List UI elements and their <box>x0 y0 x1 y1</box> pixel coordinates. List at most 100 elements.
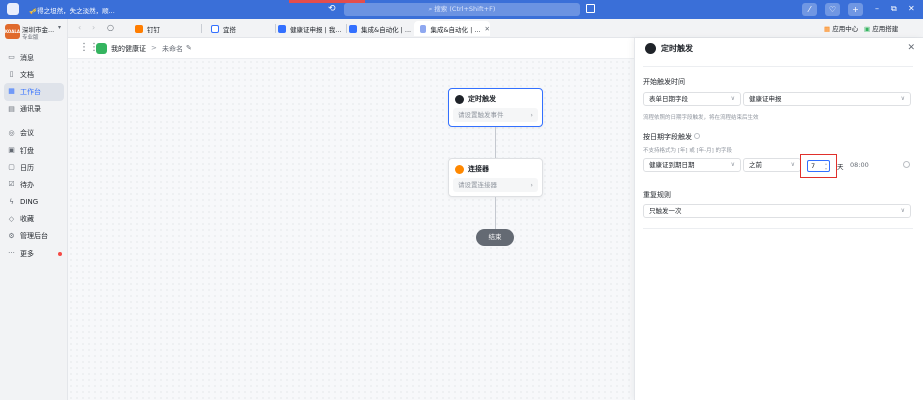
dingtalk-icon <box>135 24 143 33</box>
select-value: 之前 <box>749 161 762 169</box>
sidebar-item-workbench[interactable]: ▦ 工作台 <box>4 83 64 101</box>
add-button[interactable]: + <box>848 3 863 16</box>
notification-dot <box>58 252 62 257</box>
edit-icon-button[interactable]: ⁄ <box>802 3 817 16</box>
trigger-node-title: 定时触发 <box>468 95 496 103</box>
panel-title: 定时触发 <box>661 44 693 53</box>
more-icon: ··· <box>8 249 15 258</box>
panel-divider <box>643 228 913 229</box>
tab-label: 宜搭 <box>223 25 236 34</box>
sidebar-item-ding[interactable]: ϟ DING <box>0 194 68 211</box>
left-sidebar: KOALA 深圳市金... 专业版 ▾ ▭ 消息 ▯ 文档 ▦ 工作台 ▤ 通讯录 ◎ 会… <box>0 19 68 400</box>
admin-icon: ⚙ <box>8 231 15 240</box>
back-icon[interactable]: ‹ <box>78 23 81 33</box>
sidebar-item-calendar[interactable]: ▢ 日历 <box>0 159 68 176</box>
gift-icon-button[interactable]: ♡ <box>825 3 840 16</box>
sidebar-item-docs[interactable]: ▯ 文档 <box>0 66 68 83</box>
trigger-node[interactable]: 定时触发 请设置触发事件 › <box>448 88 543 127</box>
info-icon[interactable] <box>694 133 700 139</box>
start-time-hint: 流程依照的日期字段触发，将在流程结束后生效 <box>643 115 759 121</box>
history-icon[interactable]: ⟲ <box>328 4 338 14</box>
breadcrumb-app[interactable]: 我的健康证 <box>111 44 146 54</box>
close-panel-icon[interactable]: ✕ <box>907 43 915 53</box>
drive-icon: ▣ <box>8 146 15 155</box>
app-center-link[interactable]: ▦ 应用中心 <box>824 23 858 33</box>
restore-icon[interactable]: ⧉ <box>891 4 897 14</box>
time-picker[interactable]: 08:00 <box>850 161 869 169</box>
select-value: 健康证申报 <box>749 95 782 103</box>
time-clock-icon[interactable] <box>903 161 910 168</box>
form-select[interactable]: 健康证申报 ∨ <box>743 92 911 106</box>
close-window-icon[interactable]: ✕ <box>908 4 915 14</box>
tab-yida[interactable]: 宜搭 <box>205 21 276 36</box>
connector-node[interactable]: 连接器 请设置连接器 › <box>448 158 543 197</box>
start-time-label: 开始触发时间 <box>643 78 685 86</box>
message-icon: ▭ <box>8 53 15 62</box>
tab-label: 健康证申报 | 我... <box>290 25 342 34</box>
sidebar-item-contacts[interactable]: ▤ 通讯录 <box>0 101 68 118</box>
tab-label: 钉钉 <box>147 25 160 34</box>
sidebar-item-label: 会议 <box>20 129 34 138</box>
minimize-icon[interactable]: – <box>875 4 879 14</box>
days-input[interactable]: 7 ▴ ▾ <box>807 160 830 172</box>
tab-integration-1[interactable]: 集成&自动化 | ... <box>343 21 418 36</box>
sidebar-item-label: 消息 <box>20 53 34 62</box>
chevron-down-icon: ∨ <box>730 95 735 102</box>
flow-canvas[interactable]: 定时触发 请设置触发事件 › 连接器 请设置连接器 › 结束 <box>68 59 634 400</box>
panel-divider <box>643 66 913 67</box>
org-switcher[interactable]: KOALA 深圳市金... 专业版 ▾ <box>5 23 65 41</box>
sidebar-item-admin[interactable]: ⚙ 管理后台 <box>0 228 68 245</box>
contacts-icon: ▤ <box>8 104 15 113</box>
app-build-link[interactable]: ▣ 应用搭建 <box>864 23 898 33</box>
trigger-node-setting[interactable]: 请设置触发事件 › <box>453 108 538 122</box>
stepper-icon[interactable]: ▴ ▾ <box>825 161 827 171</box>
connector-node-setting[interactable]: 请设置连接器 › <box>453 178 538 192</box>
form-icon <box>278 24 286 33</box>
sidebar-item-label: 日历 <box>20 163 34 172</box>
direction-select[interactable]: 之前 ∨ <box>743 158 801 172</box>
sidebar-item-label: 工作台 <box>20 87 41 96</box>
sidebar-item-label: 钉盘 <box>20 146 34 155</box>
date-trigger-hint: 不支持格式为 [年] 或 [年-月] 的字段 <box>643 148 733 154</box>
trigger-node-placeholder: 请设置触发事件 <box>458 111 504 119</box>
favorite-icon: ◇ <box>8 214 15 223</box>
form-field-type-select[interactable]: 表单日期字段 ∨ <box>643 92 741 106</box>
days-unit: 天 <box>837 163 844 171</box>
sidebar-item-label: DING <box>20 198 39 207</box>
sidebar-item-favorites[interactable]: ◇ 收藏 <box>0 211 68 228</box>
forward-icon[interactable]: › <box>92 23 95 33</box>
global-search-input[interactable]: ⌕ 搜索 (Ctrl+Shift+F) <box>344 3 580 16</box>
clock-icon <box>645 43 656 54</box>
user-status-text[interactable]: 🎺得之坦然，失之淡然，顺... <box>29 5 115 15</box>
doc-icon: ▯ <box>9 70 14 79</box>
chevron-right-icon: › <box>530 181 533 189</box>
chevron-down-icon: ∨ <box>790 161 795 168</box>
sidebar-item-label: 管理后台 <box>20 232 48 241</box>
date-field-select[interactable]: 健康证到期日期 ∨ <box>643 158 741 172</box>
select-value: 表单日期字段 <box>649 95 688 103</box>
scan-icon[interactable] <box>586 4 595 13</box>
sidebar-nav: ▭ 消息 ▯ 文档 ▦ 工作台 ▤ 通讯录 ◎ 会议 ▣ 钉盘 ▢ 日历 ☑ 待办 ϟ DING … <box>0 49 68 262</box>
app-build-icon: ▣ <box>864 25 871 33</box>
app-build-label: 应用搭建 <box>872 25 899 33</box>
title-bar: 🎺得之坦然，失之淡然，顺... ⟲ ⌕ 搜索 (Ctrl+Shift+F) ⁄ … <box>0 0 923 19</box>
sidebar-item-meeting[interactable]: ◎ 会议 <box>0 125 68 142</box>
refresh-icon[interactable]: ○ <box>107 23 114 33</box>
sidebar-item-more[interactable]: ··· 更多 <box>0 245 68 262</box>
select-value: 健康证到期日期 <box>649 161 695 169</box>
tab-integration-2[interactable]: 集成&自动化 | ... ✕ <box>414 21 490 36</box>
tab-dingtalk[interactable]: 钉钉 <box>129 21 202 36</box>
connector-icon <box>455 164 464 174</box>
select-value: 只触发一次 <box>649 207 682 215</box>
end-node[interactable]: 结束 <box>476 229 514 246</box>
tab-health-cert[interactable]: 健康证申报 | 我... <box>272 21 347 36</box>
sidebar-item-todo[interactable]: ☑ 待办 <box>0 176 68 193</box>
flow-connector-line <box>495 127 496 158</box>
repeat-rule-label: 重复规则 <box>643 191 671 199</box>
sidebar-item-messages[interactable]: ▭ 消息 <box>0 49 68 66</box>
rename-icon[interactable]: ✎ <box>186 44 192 52</box>
sidebar-item-drive[interactable]: ▣ 钉盘 <box>0 142 68 159</box>
close-tab-icon[interactable]: ✕ <box>485 25 490 33</box>
user-avatar[interactable] <box>7 3 19 15</box>
repeat-rule-select[interactable]: 只触发一次 ∨ <box>643 204 911 218</box>
